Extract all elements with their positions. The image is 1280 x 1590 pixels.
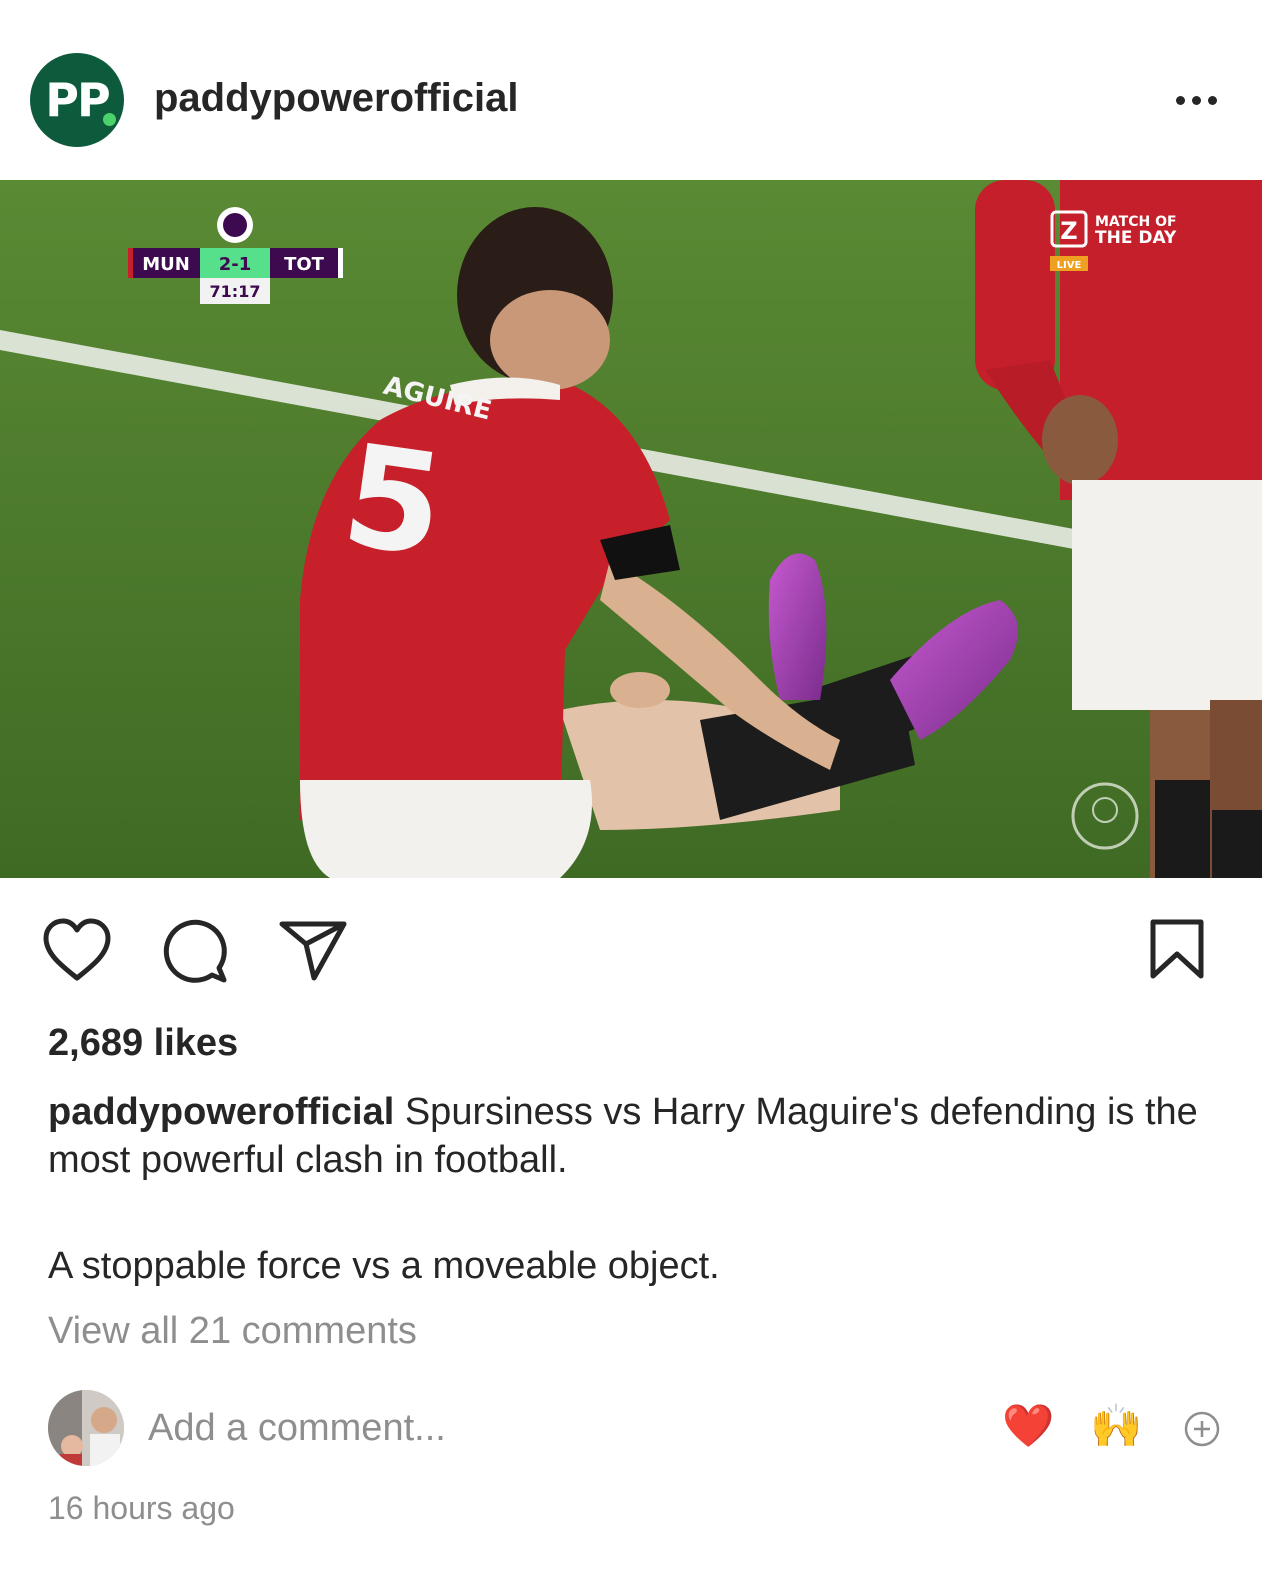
broadcaster-logo-letter: Z bbox=[1060, 217, 1077, 245]
avatar-logo-dot bbox=[103, 113, 116, 126]
scoreboard-score: 2-1 bbox=[219, 254, 252, 275]
user-avatar[interactable] bbox=[48, 1390, 124, 1466]
view-comments-link[interactable]: View all 21 comments bbox=[48, 1310, 417, 1353]
raised-hands-emoji-button[interactable]: 🙌 bbox=[1090, 1401, 1142, 1451]
broadcaster-line2: THE DAY bbox=[1095, 228, 1177, 248]
post-actions bbox=[0, 900, 1280, 1000]
heart-icon[interactable] bbox=[42, 918, 112, 987]
more-dots-icon[interactable] bbox=[1168, 86, 1224, 114]
comment-bubble-icon[interactable] bbox=[162, 918, 228, 989]
profile-avatar[interactable]: PP bbox=[30, 53, 124, 147]
bookmark-icon[interactable] bbox=[1148, 918, 1206, 987]
live-badge: LIVE bbox=[1057, 260, 1082, 271]
post-username[interactable]: paddypowerofficial bbox=[154, 76, 519, 121]
caption-username[interactable]: paddypowerofficial bbox=[48, 1091, 394, 1133]
scoreboard-away: TOT bbox=[284, 254, 325, 275]
likes-count[interactable]: 2,689 likes bbox=[48, 1022, 238, 1065]
caption-second-line: A stoppable force vs a moveable object. bbox=[48, 1245, 720, 1287]
scoreboard-clock: 71:17 bbox=[210, 282, 261, 301]
post-header: PP paddypowerofficial bbox=[0, 0, 1280, 182]
comment-row: ❤️ 🙌 bbox=[0, 1385, 1280, 1475]
comment-input[interactable] bbox=[148, 1403, 908, 1453]
heart-emoji-button[interactable]: ❤️ bbox=[1002, 1401, 1054, 1451]
scoreboard-home: MUN bbox=[142, 254, 190, 275]
post-timestamp: 16 hours ago bbox=[48, 1490, 235, 1526]
send-icon[interactable] bbox=[278, 918, 348, 987]
post-image[interactable]: 5 AGUIRE MUN 2-1 TOT 71:17 Z MATCH OF TH… bbox=[0, 180, 1262, 878]
avatar-logo-text: PP bbox=[45, 73, 110, 127]
plus-circle-icon[interactable] bbox=[1184, 1411, 1220, 1452]
caption: paddypowerofficial Spursiness vs Harry M… bbox=[48, 1088, 1228, 1184]
